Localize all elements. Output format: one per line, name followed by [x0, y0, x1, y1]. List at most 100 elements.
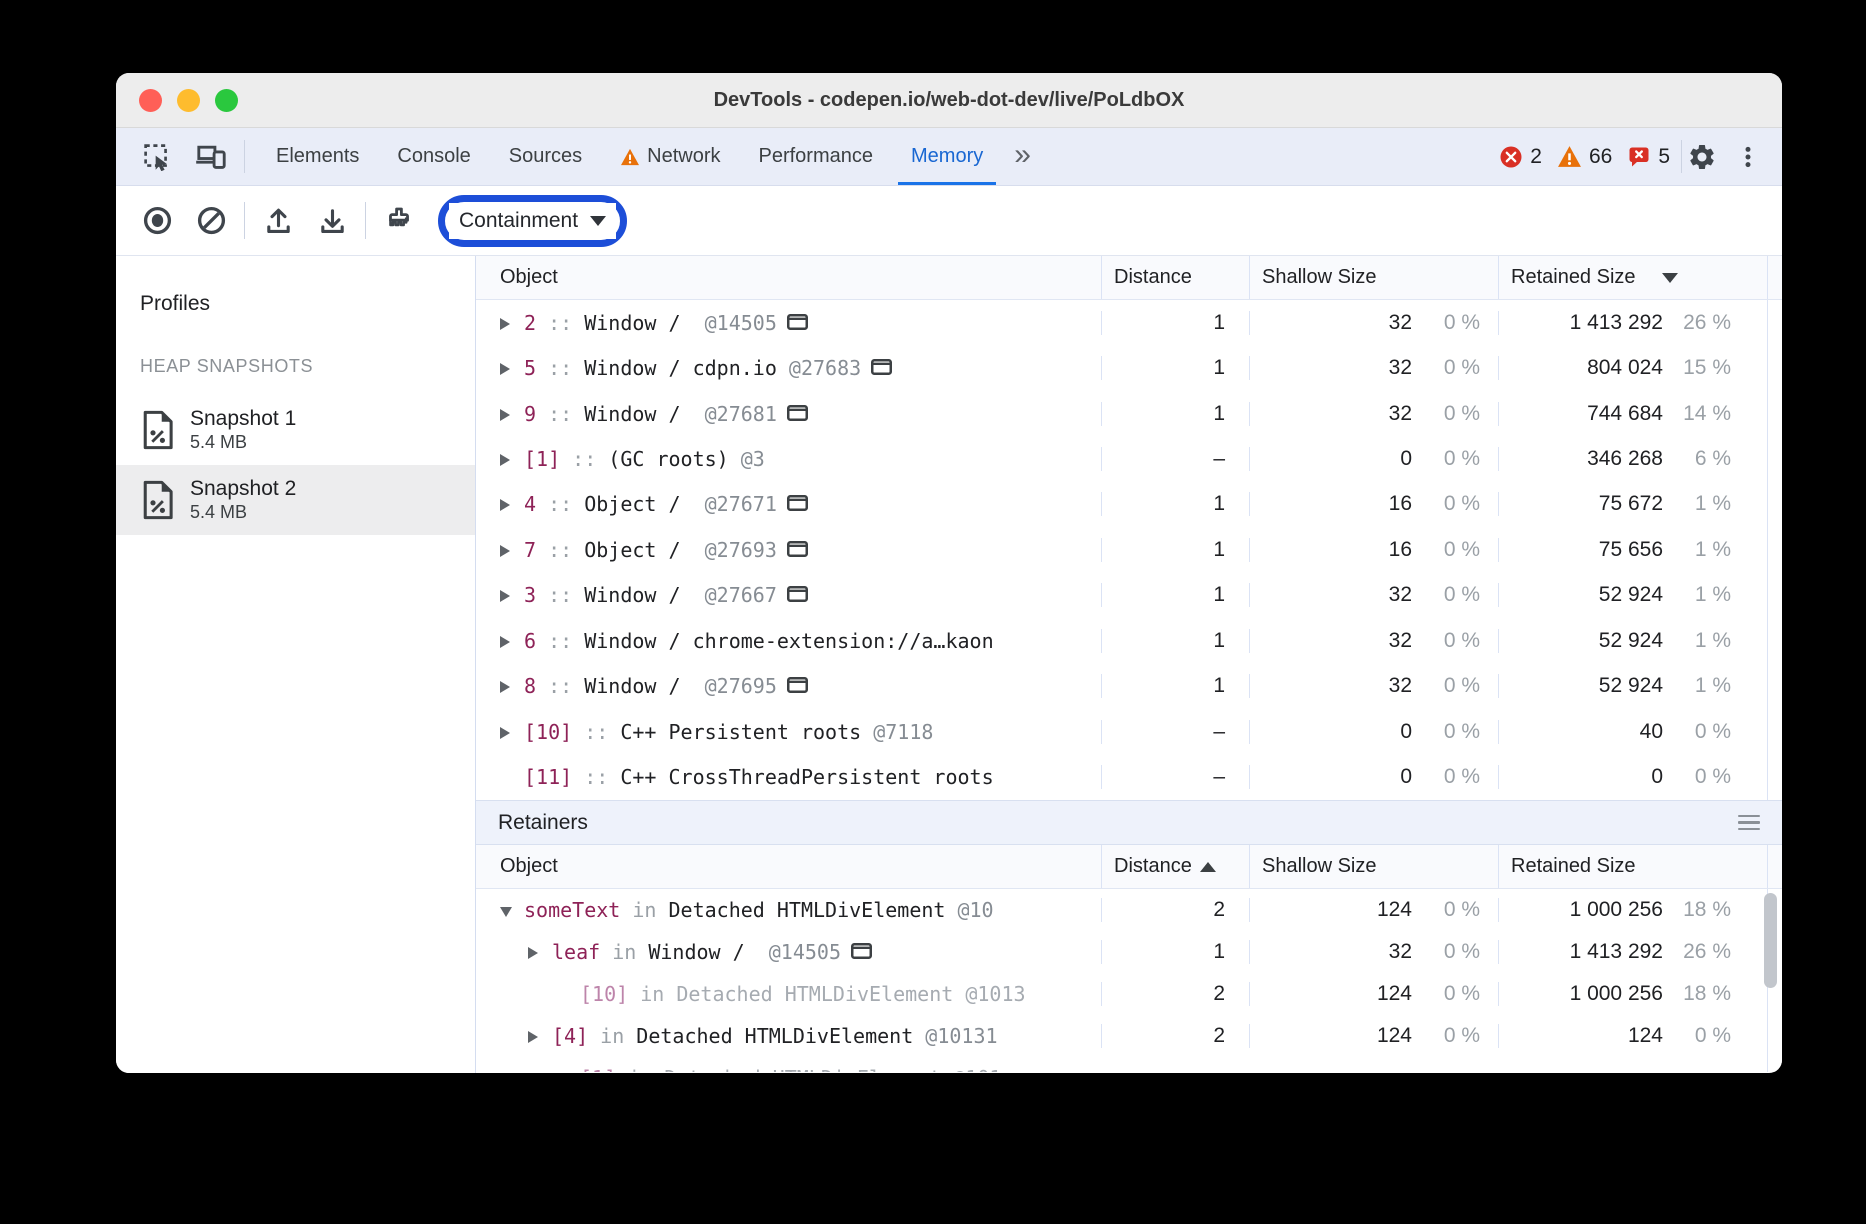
object-label: 6 :: Window / chrome-extension://a…kaon [524, 629, 994, 653]
window-frame-icon [871, 359, 892, 375]
distance-cell: 2 [1101, 982, 1249, 1006]
object-label: someText in Detached HTMLDivElement @10 [524, 898, 994, 922]
disclosure-right-icon[interactable] [500, 590, 524, 602]
shallow-size-cell: 1240 % [1249, 982, 1498, 1006]
tab-performance[interactable]: Performance [740, 128, 893, 185]
scrollbar-gutter [1767, 256, 1782, 299]
more-tabs-button[interactable]: » [1002, 124, 1043, 185]
tab-sources[interactable]: Sources [490, 128, 601, 185]
retained-size-percent: 18 % [1663, 898, 1767, 922]
column-label: Retained Size [1511, 266, 1636, 289]
shallow-size-cell: 00 % [1249, 720, 1498, 744]
object-cell: [4] in Detached HTMLDivElement @10131 [476, 1024, 1101, 1048]
disclosure-right-icon[interactable] [500, 727, 524, 739]
containment-highlight-ring: Containment [438, 195, 627, 247]
kebab-menu-icon[interactable] [1728, 137, 1768, 177]
tab-network[interactable]: Network [601, 128, 739, 185]
error-count-badge[interactable]: 2 [1496, 145, 1545, 169]
shallow-size-cell: 00 % [1249, 765, 1498, 789]
divider [244, 140, 245, 173]
scrollbar-gutter [1767, 436, 1782, 481]
object-cell: 8 :: Window / @27695 [476, 674, 1101, 698]
retainers-menu-icon[interactable] [1738, 815, 1760, 831]
retainers-column-header-dist[interactable]: Distance [1101, 845, 1249, 888]
containment-row[interactable]: 4 :: Object / @276711160 %75 6721 % [476, 482, 1782, 527]
tab-elements[interactable]: Elements [257, 128, 378, 185]
containment-row[interactable]: 9 :: Window / @276811320 %744 68414 % [476, 391, 1782, 436]
shallow-size-percent: 0 % [1412, 720, 1498, 744]
save-profile-icon[interactable] [309, 198, 355, 244]
containment-row[interactable]: 6 :: Window / chrome-extension://a…kaon1… [476, 618, 1782, 663]
distance-cell: 2 [1101, 898, 1249, 922]
containment-row[interactable]: 7 :: Object / @276931160 %75 6561 % [476, 527, 1782, 572]
retainers-column-header-shallow[interactable]: Shallow Size [1249, 845, 1498, 888]
disclosure-right-icon[interactable] [528, 947, 552, 959]
disclosure-right-icon[interactable] [500, 409, 524, 421]
vertical-scrollbar-thumb[interactable] [1764, 893, 1777, 988]
disclosure-right-icon[interactable] [500, 499, 524, 511]
retainers-row[interactable]: [10] in Detached HTMLDivElement @1013 212… [476, 973, 1782, 1015]
disclosure-right-icon[interactable] [500, 454, 524, 466]
object-label: 2 :: Window / @14505 [524, 311, 777, 335]
distance-cell: 1 [1101, 583, 1249, 607]
disclosure-right-icon[interactable] [500, 545, 524, 557]
snapshot-item[interactable]: Snapshot 25.4 MB [116, 465, 475, 535]
retained-size-value: 1 000 256 [1499, 898, 1663, 922]
containment-column-header-shallow[interactable]: Shallow Size [1249, 256, 1498, 299]
shallow-size-value: 32 [1250, 674, 1412, 698]
containment-column-header-obj[interactable]: Object [476, 256, 1101, 299]
perspective-select[interactable]: Containment [449, 203, 616, 239]
retainers-row[interactable]: leaf in Window / @145051320 %1 413 29226… [476, 931, 1782, 973]
window-frame-icon [787, 541, 808, 557]
containment-row[interactable]: 3 :: Window / @276671320 %52 9241 % [476, 573, 1782, 618]
load-profile-icon[interactable] [255, 198, 301, 244]
scrollbar-gutter [1767, 845, 1782, 888]
retainers-column-header-obj[interactable]: Object [476, 845, 1101, 888]
disclosure-right-icon[interactable] [528, 1031, 552, 1043]
device-toolbar-icon[interactable] [190, 137, 230, 177]
shallow-size-percent: 0 % [1412, 583, 1498, 607]
retainers-column-header-retained[interactable]: Retained Size [1498, 845, 1767, 888]
snapshot-size: 5.4 MB [190, 432, 296, 453]
distance-value: 1 [1213, 311, 1225, 335]
clean-garbage-broom-icon[interactable] [376, 198, 422, 244]
retainers-row[interactable]: someText in Detached HTMLDivElement @10 2… [476, 889, 1782, 931]
distance-cell: 1 [1101, 674, 1249, 698]
warning-count-badge[interactable]: 66 [1554, 145, 1615, 169]
containment-column-header-dist[interactable]: Distance [1101, 256, 1249, 299]
heap-snapshot-file-icon [140, 410, 174, 450]
divider [244, 202, 245, 239]
retained-size-cell: 75 6561 % [1498, 538, 1767, 562]
column-label: Shallow Size [1262, 266, 1377, 289]
object-cell: leaf in Window / @14505 [476, 940, 1101, 964]
shallow-size-percent: 0 % [1412, 356, 1498, 380]
containment-column-header-retained[interactable]: Retained Size [1498, 256, 1767, 299]
containment-row[interactable]: 8 :: Window / @276951320 %52 9241 % [476, 664, 1782, 709]
containment-row[interactable]: [10] :: C++ Persistent roots @7118–00 %4… [476, 709, 1782, 754]
disclosure-right-icon[interactable] [500, 318, 524, 330]
retainers-row[interactable]: [1] in Detached HTMLDivElement @101 [476, 1057, 1782, 1072]
clear-profiles-icon[interactable] [188, 198, 234, 244]
disclosure-right-icon[interactable] [500, 681, 524, 693]
tab-memory[interactable]: Memory [892, 128, 1002, 185]
disclosure-right-icon[interactable] [500, 636, 524, 648]
column-label: Retained Size [1511, 855, 1636, 878]
object-label: [10] in Detached HTMLDivElement @1013 [580, 982, 1026, 1006]
tab-console[interactable]: Console [378, 128, 489, 185]
settings-gear-icon[interactable] [1682, 137, 1722, 177]
containment-row[interactable]: 5 :: Window / cdpn.io @276831320 %804 02… [476, 345, 1782, 390]
retainers-row[interactable]: [4] in Detached HTMLDivElement @10131212… [476, 1015, 1782, 1057]
record-heap-snapshot-icon[interactable] [134, 198, 180, 244]
issues-count-badge[interactable]: 5 [1624, 145, 1673, 169]
inspect-element-icon[interactable] [136, 137, 176, 177]
disclosure-down-icon[interactable] [500, 907, 524, 917]
tab-strip: ElementsConsoleSourcesNetworkPerformance… [257, 128, 1002, 185]
distance-value: – [1213, 447, 1225, 471]
disclosure-right-icon[interactable] [500, 363, 524, 375]
object-cell: 4 :: Object / @27671 [476, 492, 1101, 516]
containment-row[interactable]: 2 :: Window / @145051320 %1 413 29226 % [476, 300, 1782, 345]
object-cell: 9 :: Window / @27681 [476, 402, 1101, 426]
containment-row[interactable]: [1] :: (GC roots) @3–00 %346 2686 % [476, 436, 1782, 481]
snapshot-item[interactable]: Snapshot 15.4 MB [116, 395, 475, 465]
containment-row[interactable]: [11] :: C++ CrossThreadPersistent roots–… [476, 754, 1782, 799]
